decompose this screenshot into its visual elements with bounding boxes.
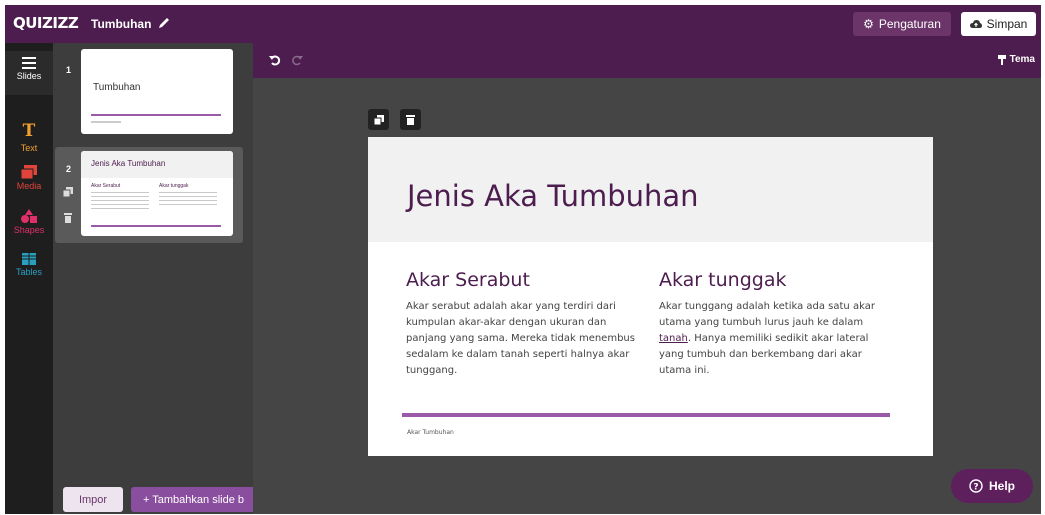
undo-icon[interactable] [269, 54, 281, 66]
slide-number-2: 2 [66, 164, 72, 174]
tool-text-label: Text [20, 143, 38, 153]
save-label: Simpan [986, 17, 1028, 31]
shapes-icon [21, 209, 37, 223]
delete-slide-icon[interactable] [63, 213, 73, 223]
slide-canvas[interactable]: Jenis Aka Tumbuhan Akar Serabut Akar ser… [368, 137, 933, 456]
add-slide-button[interactable]: + Tambahkan slide b [131, 487, 253, 512]
theme-button[interactable]: Tema [997, 54, 1035, 65]
left-column[interactable]: Akar Serabut Akar serabut adalah akar ya… [406, 269, 641, 379]
thumbnail-footer [91, 121, 121, 123]
settings-button[interactable]: ⚙ Pengaturan [853, 12, 951, 36]
help-label: Help [988, 479, 1015, 493]
slide-number-1: 1 [66, 65, 72, 75]
media-icon [21, 165, 37, 179]
quiz-title[interactable]: Tumbuhan [91, 17, 151, 31]
right-heading[interactable]: Akar tunggak [659, 269, 894, 291]
right-column[interactable]: Akar tunggak Akar tunggang adalah ketika… [659, 269, 894, 379]
tool-shapes-label: Shapes [13, 225, 45, 235]
tool-media[interactable]: Media [5, 165, 53, 209]
gear-icon: ⚙ [863, 17, 874, 31]
tool-media-label: Media [16, 181, 42, 191]
import-button[interactable]: Impor [63, 487, 123, 512]
tables-icon [22, 253, 36, 265]
thumbnail-rule [91, 114, 221, 116]
editor-toolbar: Tema [253, 43, 1041, 78]
thumbnail-header: Jenis Aka Tumbuhan [81, 151, 233, 178]
top-bar: QUIZIZZ Tumbuhan ⚙ Pengaturan Simpan [5, 5, 1041, 43]
tool-tables[interactable]: Tables [5, 253, 53, 297]
svg-text:?: ? [973, 483, 978, 493]
tanah-link[interactable]: tanah [659, 333, 688, 344]
redo-icon[interactable] [291, 54, 303, 66]
tool-text[interactable]: T Text [5, 121, 53, 165]
slide-thumbnail-title: Tumbuhan [93, 82, 141, 93]
slide-thumbnail-2[interactable]: Jenis Aka Tumbuhan Akar Serabut Akar tun… [81, 151, 233, 236]
duplicate-element-button[interactable] [368, 109, 389, 130]
app-window: QUIZIZZ Tumbuhan ⚙ Pengaturan Simpan Sli… [5, 5, 1041, 514]
tool-slides[interactable]: Slides [5, 51, 53, 95]
paint-roller-icon [997, 54, 1006, 65]
slide-thumbnail-title: Jenis Aka Tumbuhan [91, 159, 166, 168]
tool-shapes[interactable]: Shapes [5, 209, 53, 253]
right-body-text: Akar tunggang adalah ketika ada satu aka… [659, 301, 875, 328]
settings-label: Pengaturan [878, 17, 941, 31]
copy-icon [373, 114, 384, 125]
duplicate-slide-icon[interactable] [63, 187, 73, 197]
slide-footer[interactable]: Akar Tumbuhan [407, 429, 454, 436]
delete-element-button[interactable] [400, 109, 421, 130]
thumbnail-col2-text [159, 192, 217, 208]
slide-list-panel: 1 Tumbuhan 2 Jenis Aka Tumbuhan Akar Ser… [53, 43, 253, 514]
right-body-text-end: . Hanya memiliki sedikit akar lateral ya… [659, 333, 869, 376]
tool-tables-label: Tables [15, 267, 42, 277]
thumbnail-rule [91, 225, 221, 227]
thumbnail-col1-title: Akar Serabut [91, 183, 121, 189]
slides-icon [22, 57, 36, 69]
text-icon: T [22, 121, 36, 141]
theme-label: Tema [1009, 54, 1035, 65]
pencil-icon[interactable] [157, 16, 171, 30]
save-button[interactable]: Simpan [961, 12, 1036, 36]
question-circle-icon: ? [969, 479, 983, 493]
help-button[interactable]: ? Help [951, 469, 1033, 503]
trash-icon [406, 114, 415, 125]
tool-slides-label: Slides [16, 71, 42, 81]
left-body[interactable]: Akar serabut adalah akar yang terdiri da… [406, 299, 641, 379]
right-body[interactable]: Akar tunggang adalah ketika ada satu aka… [659, 299, 894, 379]
quizizz-logo[interactable]: QUIZIZZ [13, 14, 79, 32]
thumbnail-col1-text [91, 192, 149, 212]
thumbnail-col2-title: Akar tunggak [159, 183, 189, 189]
tool-rail: Slides T Text Media Shapes Tables [5, 43, 53, 514]
cloud-upload-icon [969, 20, 982, 28]
slide-title[interactable]: Jenis Aka Tumbuhan [407, 179, 699, 213]
slide-divider [402, 413, 890, 417]
slide-thumbnail-1[interactable]: Tumbuhan [81, 49, 233, 134]
left-heading[interactable]: Akar Serabut [406, 269, 641, 291]
